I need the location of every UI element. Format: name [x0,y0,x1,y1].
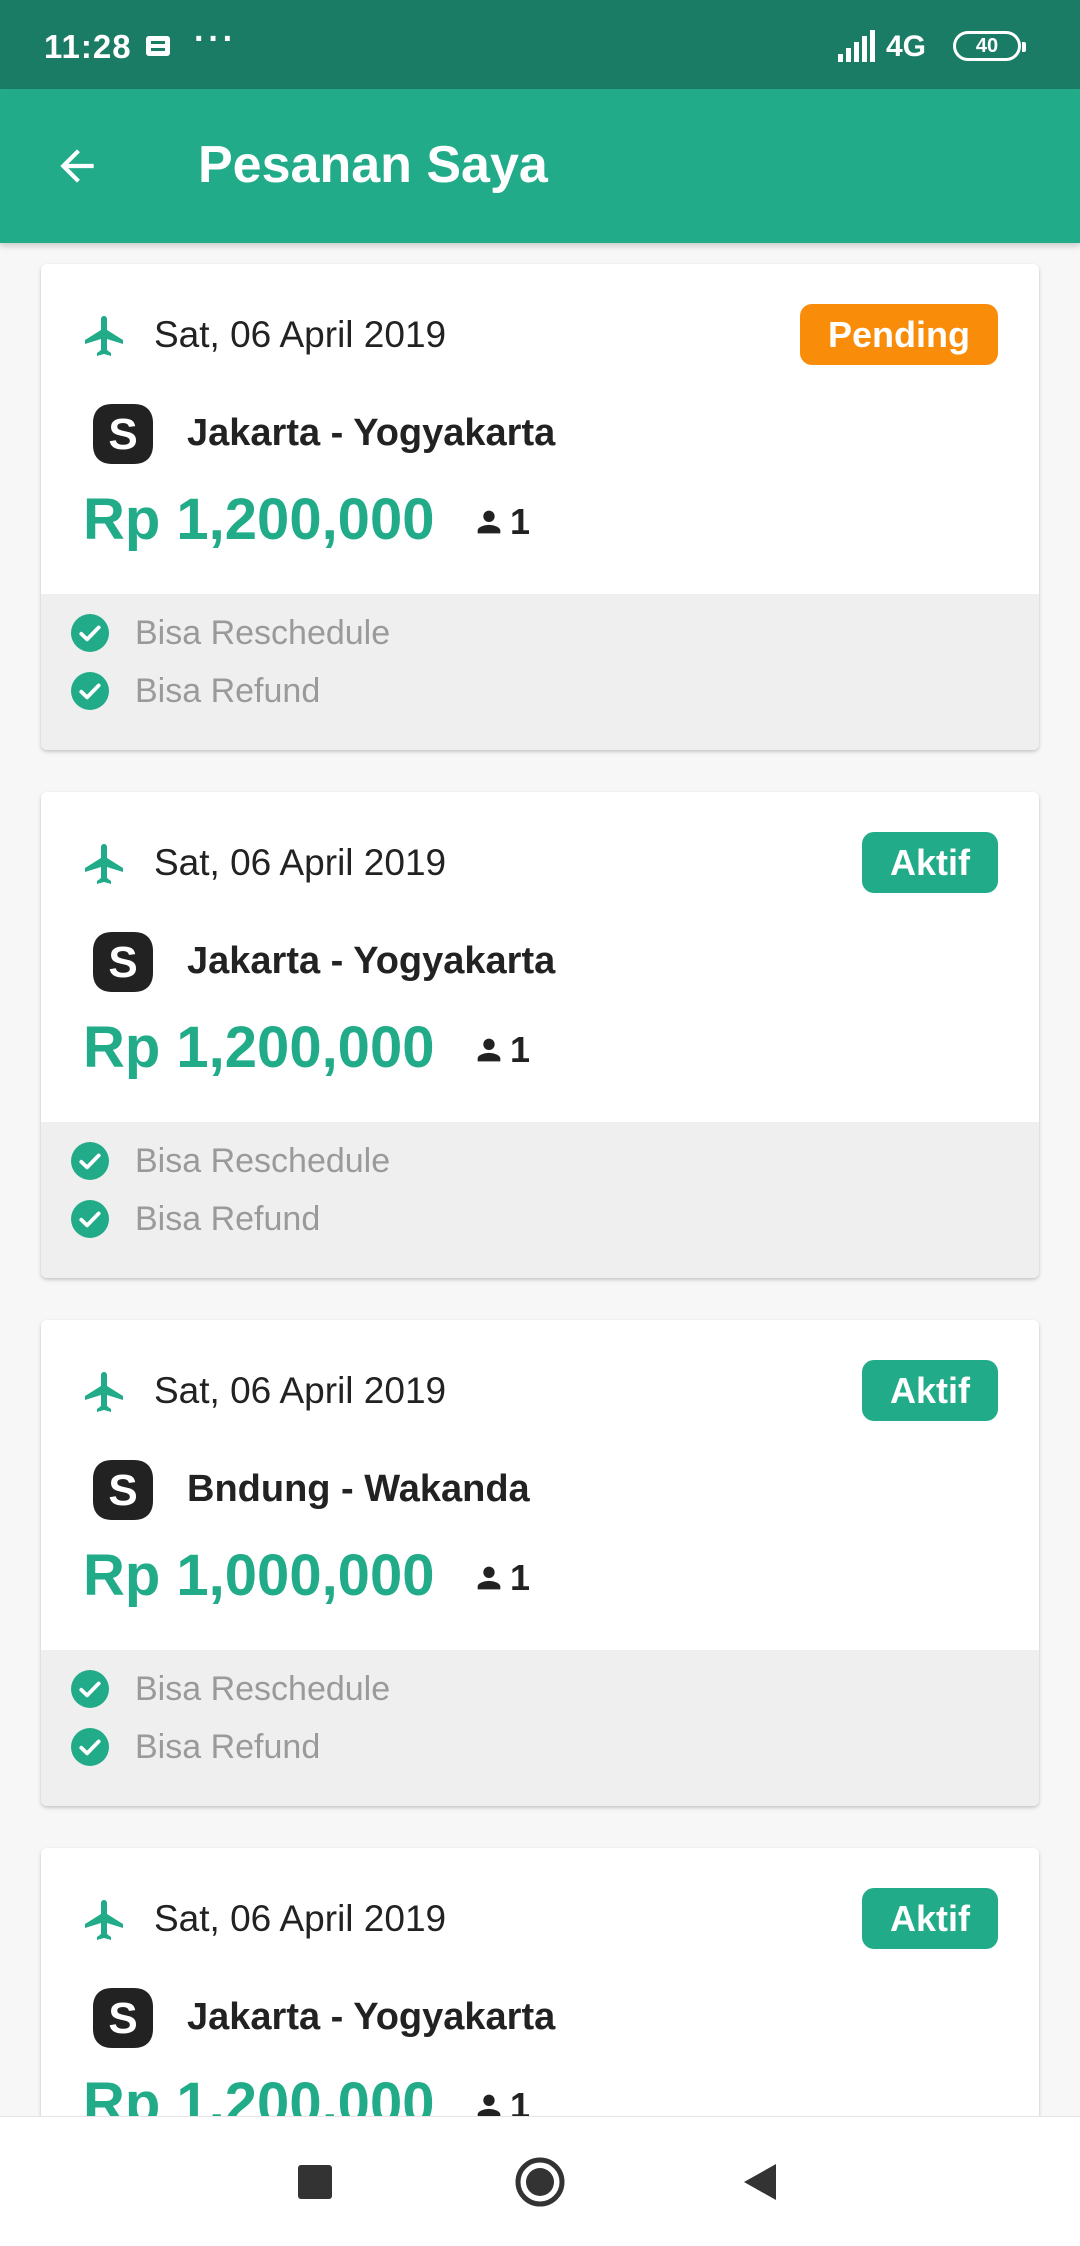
square-icon [298,2165,332,2199]
airplane-icon [81,1368,129,1416]
svg-text:S: S [108,938,137,987]
airline-logo-icon: S [90,1457,156,1523]
system-nav-bar [0,2116,1080,2246]
order-route: Jakarta - Yogyakarta [187,1996,556,2038]
app-bar: Pesanan Saya [0,89,1080,243]
nav-back-button[interactable] [725,2147,795,2217]
passenger-count: 1 [510,1029,531,1070]
svg-text:S: S [108,1466,137,1515]
person-icon [472,505,506,539]
home-button[interactable] [505,2147,575,2217]
order-price: Rp 1,000,000 [83,1543,435,1608]
more-notifications-icon: ··· [194,20,237,58]
order-date: Sat, 06 April 2019 [154,1898,447,1939]
network-label: 4G [886,30,927,63]
feature-label: Bisa Refund [135,671,321,710]
order-card[interactable]: Sat, 06 April 2019 Pending S Jakarta - Yogy… [41,264,1039,750]
arrow-left-icon [60,149,94,183]
airplane-icon [81,840,129,888]
order-card[interactable]: Sat, 06 April 2019 Aktif S Bndung - Wakanda… [41,1320,1039,1806]
status-badge: Pending [800,304,998,365]
status-time: 11:28 [44,28,132,65]
order-route: Jakarta - Yogyakarta [187,412,556,454]
svg-text:S: S [108,1994,137,2043]
airplane-icon [81,312,129,360]
person-icon [472,1033,506,1067]
order-card[interactable]: Sat, 06 April 2019 Aktif S Jakarta - Yogyak… [41,1848,1039,2116]
back-button[interactable] [40,129,114,203]
check-circle-icon [71,672,109,710]
order-card[interactable]: Sat, 06 April 2019 Aktif S Jakarta - Yogyak… [41,792,1039,1278]
check-circle-icon [71,614,109,652]
status-badge: Aktif [862,1888,998,1949]
network-type: 4G [886,30,926,64]
feature-item: Bisa Refund [71,1727,320,1767]
order-price: Rp 1,200,000 [83,487,435,552]
feature-item: Bisa Refund [71,671,320,711]
order-list[interactable]: Sat, 06 April 2019 Pending S Jakarta - Yogy… [0,243,1080,2116]
check-circle-icon [71,1670,109,1708]
page-title: Pesanan Saya [198,136,548,194]
airline-logo-icon: S [90,1985,156,2051]
airline-logo-icon: S [90,401,156,467]
feature-item: Bisa Refund [71,1199,320,1239]
order-price: Rp 1,200,000 [83,2071,435,2116]
triangle-back-icon [744,2164,776,2200]
order-features: Bisa Reschedule Bisa Refund [41,1122,1039,1278]
passenger-count: 1 [510,1557,531,1598]
order-route: Bndung - Wakanda [187,1468,530,1510]
feature-label: Bisa Refund [135,1199,321,1238]
person-icon [472,2089,506,2116]
feature-label: Bisa Refund [135,1727,321,1766]
feature-label: Bisa Reschedule [135,613,391,652]
feature-item: Bisa Reschedule [71,1141,390,1181]
svg-text:S: S [108,410,137,459]
passenger-count: 1 [510,501,531,542]
status-badge: Aktif [862,1360,998,1421]
battery-level: 40 [975,35,999,57]
order-features: Bisa Reschedule Bisa Refund [41,1650,1039,1806]
feature-label: Bisa Reschedule [135,1669,391,1708]
person-icon [472,1561,506,1595]
order-features: Bisa Reschedule Bisa Refund [41,594,1039,750]
battery-icon: 40 [953,31,1026,61]
order-date: Sat, 06 April 2019 [154,842,447,883]
circle-icon [515,2157,565,2207]
status-badge: Aktif [862,832,998,893]
feature-item: Bisa Reschedule [71,613,390,653]
notification-icon [146,36,170,56]
passenger-count: 1 [510,2085,531,2116]
status-bar: 11:28 ··· 4G 40 [0,0,1080,89]
order-price: Rp 1,200,000 [83,1015,435,1080]
airplane-icon [81,1896,129,1944]
feature-label: Bisa Reschedule [135,1141,391,1180]
airline-logo-icon: S [90,929,156,995]
order-date: Sat, 06 April 2019 [154,1370,447,1411]
check-circle-icon [71,1142,109,1180]
check-circle-icon [71,1200,109,1238]
recents-button[interactable] [280,2147,350,2217]
signal-icon [838,30,880,62]
order-route: Jakarta - Yogyakarta [187,940,556,982]
feature-item: Bisa Reschedule [71,1669,390,1709]
check-circle-icon [71,1728,109,1766]
order-date: Sat, 06 April 2019 [154,314,447,355]
